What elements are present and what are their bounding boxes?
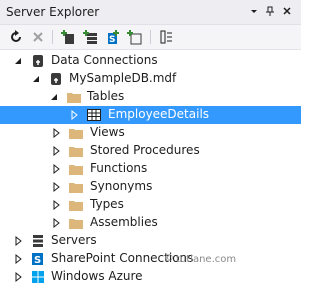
expanded-arrow-icon[interactable] xyxy=(13,55,23,67)
tree-item-servers[interactable]: Servers xyxy=(0,232,301,250)
tree-item-stored-procedures[interactable]: Stored Procedures xyxy=(0,142,301,160)
collapsed-arrow-icon[interactable] xyxy=(51,127,61,139)
sharepoint-icon: S xyxy=(30,251,46,267)
data-connections-icon xyxy=(30,53,46,69)
collapsed-arrow-icon[interactable] xyxy=(69,109,79,121)
window-title: Server Explorer xyxy=(6,5,100,19)
watermark-text: tutlane.com xyxy=(176,254,237,265)
tree-item-label: Servers xyxy=(51,233,97,247)
server-explorer-tree: Data Connections MySampleDB.mdf Tables E… xyxy=(0,50,301,287)
folder-icon xyxy=(68,125,84,141)
svg-text:S: S xyxy=(109,35,115,45)
svg-text:S: S xyxy=(34,255,41,266)
toolbar-separator xyxy=(52,30,53,44)
title-bar: Server Explorer xyxy=(0,0,301,25)
tree-item-functions[interactable]: Functions xyxy=(0,160,301,178)
tree-item-data-connections[interactable]: Data Connections xyxy=(0,52,301,70)
collapsed-arrow-icon[interactable] xyxy=(51,145,61,157)
tree-item-sharepoint-connections[interactable]: S SharePoint Connections xyxy=(0,250,301,268)
tree-item-windows-azure[interactable]: Windows Azure xyxy=(0,268,301,286)
connect-to-server-icon[interactable] xyxy=(82,29,98,45)
tree-item-tables[interactable]: Tables xyxy=(0,88,301,106)
tree-item-label: Tables xyxy=(87,89,125,103)
collapsed-arrow-icon[interactable] xyxy=(51,217,61,229)
table-icon xyxy=(86,107,102,123)
tree-item-synonyms[interactable]: Synonyms xyxy=(0,178,301,196)
stop-icon[interactable] xyxy=(30,29,46,45)
folder-icon xyxy=(68,143,84,159)
collapsed-arrow-icon[interactable] xyxy=(51,199,61,211)
windows-azure-icon xyxy=(30,269,46,285)
tree-item-label: Synonyms xyxy=(90,179,153,193)
refresh-icon[interactable] xyxy=(8,29,24,45)
connect-to-azure-icon[interactable] xyxy=(126,29,142,45)
tree-item-database[interactable]: MySampleDB.mdf xyxy=(0,70,301,88)
tree-item-label: EmployeeDetails xyxy=(108,107,210,121)
tree-item-label: Data Connections xyxy=(51,53,158,67)
tree-item-label: Stored Procedures xyxy=(90,143,200,157)
connect-to-database-icon[interactable] xyxy=(60,29,76,45)
tree-item-label: Views xyxy=(90,125,125,139)
folder-icon xyxy=(66,89,82,105)
collapsed-arrow-icon[interactable] xyxy=(13,253,23,265)
tree-item-label: Assemblies xyxy=(90,215,158,229)
watermark-symbol: © xyxy=(164,253,174,264)
toolbar-separator xyxy=(150,30,151,44)
tree-item-label: Functions xyxy=(90,161,148,175)
pin-icon[interactable] xyxy=(263,4,277,18)
expanded-arrow-icon[interactable] xyxy=(49,91,59,103)
tree-item-label: MySampleDB.mdf xyxy=(69,71,177,85)
tree-item-types[interactable]: Types xyxy=(0,196,301,214)
close-icon[interactable] xyxy=(280,4,294,18)
dropdown-arrow-icon[interactable] xyxy=(247,4,261,18)
toolbar: S xyxy=(0,25,301,50)
tree-item-assemblies[interactable]: Assemblies xyxy=(0,214,301,232)
connect-to-sharepoint-icon[interactable]: S xyxy=(104,29,120,45)
expanded-arrow-icon[interactable] xyxy=(31,73,41,85)
collapsed-arrow-icon[interactable] xyxy=(13,271,23,283)
collapsed-arrow-icon[interactable] xyxy=(51,181,61,193)
tree-item-label: Windows Azure xyxy=(51,269,143,283)
collapsed-arrow-icon[interactable] xyxy=(51,163,61,175)
folder-icon xyxy=(68,215,84,231)
database-icon xyxy=(48,71,64,87)
tree-item-employee-details[interactable]: EmployeeDetails xyxy=(0,106,301,124)
folder-icon xyxy=(68,161,84,177)
collapsed-arrow-icon[interactable] xyxy=(13,235,23,247)
properties-icon[interactable] xyxy=(158,29,174,45)
tree-item-views[interactable]: Views xyxy=(0,124,301,142)
server-icon xyxy=(30,233,46,249)
tree-item-label: Types xyxy=(90,197,124,211)
folder-icon xyxy=(68,179,84,195)
folder-icon xyxy=(68,197,84,213)
